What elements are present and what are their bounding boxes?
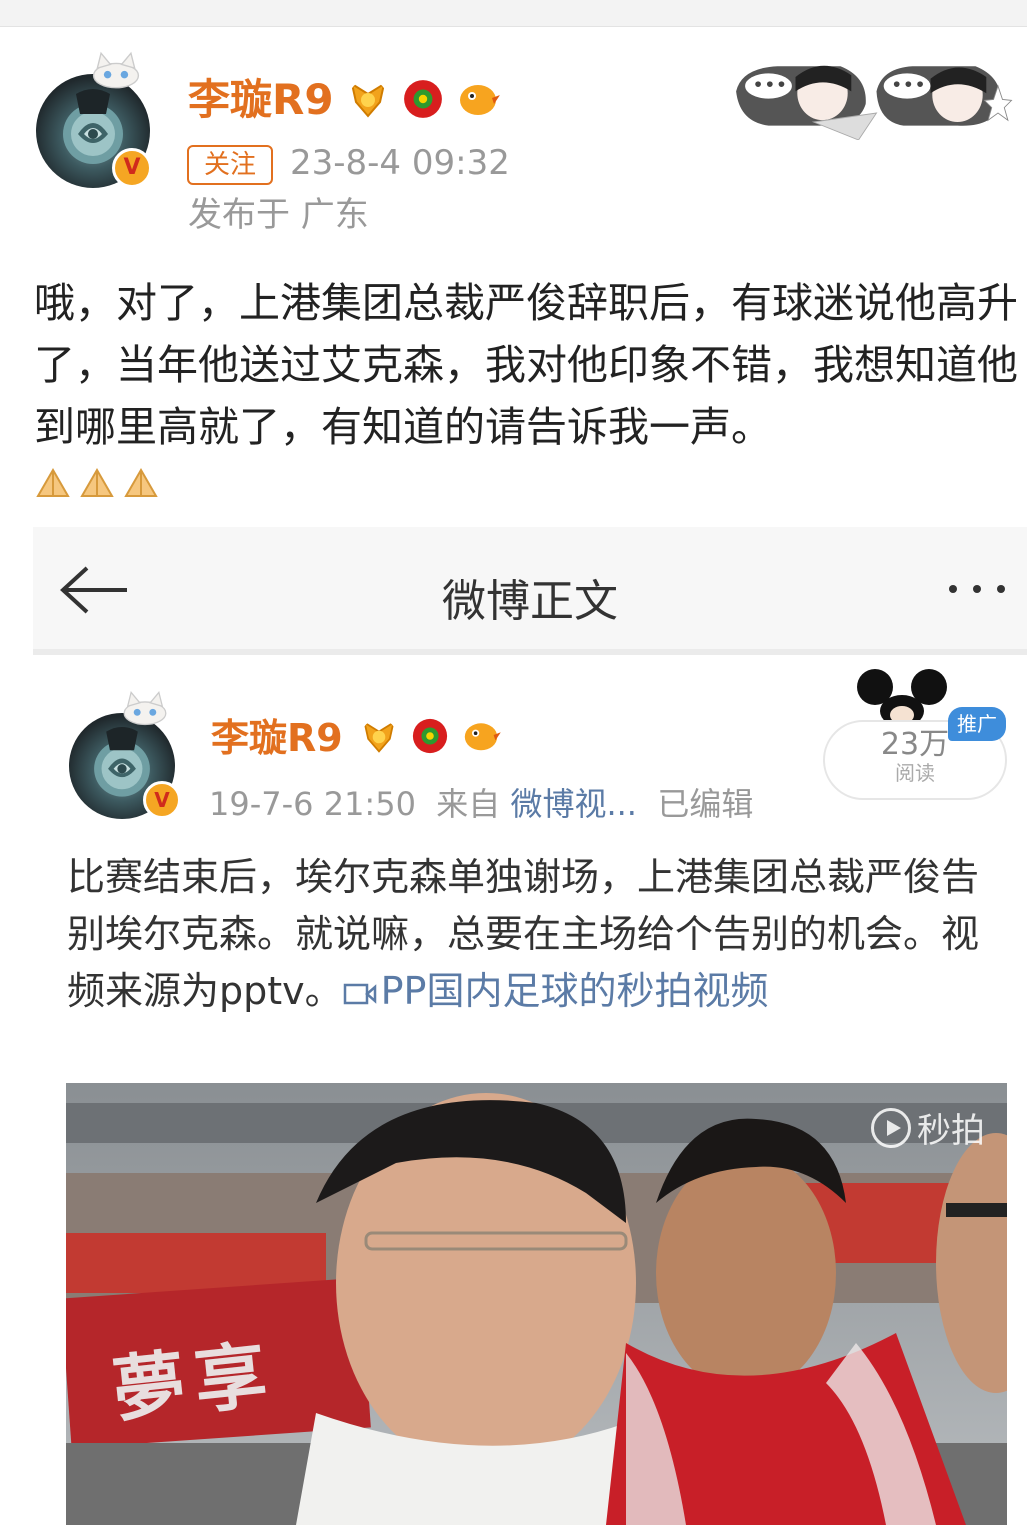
mickey-ears-icon	[857, 669, 947, 727]
source-prefix: 来自	[436, 785, 501, 823]
inner-username[interactable]: 李璇R9	[211, 715, 343, 761]
cartoon-sticker: ••• •••	[736, 65, 1013, 140]
inner-timestamp: 19-7-6 21:50	[209, 785, 416, 823]
play-icon	[871, 1107, 911, 1148]
medal-icon	[350, 81, 386, 118]
post-location: 发布于 广东	[188, 195, 369, 235]
pray-emoji	[78, 466, 116, 498]
embedded-screenshot: 微博正文 V 李璇R9 19-7-6 21:50 来自 微博视... 已编辑 2…	[33, 527, 1027, 1525]
svg-text:•••: •••	[891, 73, 926, 96]
stadium-banner-text: 夢享	[108, 1330, 281, 1433]
red-flower-icon	[412, 718, 448, 754]
verified-badge: V	[112, 148, 152, 188]
embedded-page-title: 微博正文	[442, 576, 618, 627]
post-text: 哦，对了，上港集团总裁严俊辞职后，有球迷说他高升了，当年他送过艾克森，我对他印象…	[34, 279, 1018, 451]
post-timestamp: 23-8-4 09:32	[290, 143, 510, 183]
video-icon	[343, 983, 376, 1005]
emoji-row	[34, 466, 160, 498]
pray-emoji	[34, 466, 72, 498]
top-status-strip	[0, 0, 1027, 27]
inner-post-meta: 19-7-6 21:50 来自 微博视... 已编辑	[209, 779, 753, 825]
cat-ears-icon	[92, 51, 140, 89]
cat-ears-icon	[123, 691, 167, 726]
more-options-icon[interactable]	[945, 581, 1009, 597]
video-link-text[interactable]: PP国内足球的秒拍视频	[381, 969, 769, 1013]
video-player[interactable]: 夢享 秒拍	[66, 1083, 1007, 1525]
promo-tag[interactable]: 推广	[948, 707, 1006, 741]
stadium-video-frame	[66, 1083, 1007, 1525]
inner-post-text: 比赛结束后，埃尔克森单独谢场，上港集团总裁严俊告别埃尔克森。就说嘛，总要在主场给…	[67, 849, 997, 1020]
read-label: 阅读	[895, 761, 935, 785]
watermark-text: 秒拍	[917, 1111, 985, 1151]
svg-text:•••: •••	[752, 73, 787, 96]
bird-icon	[460, 85, 500, 115]
inner-verified-badge: V	[143, 781, 181, 819]
follow-button[interactable]: 关注	[187, 145, 273, 185]
username[interactable]: 李璇R9	[188, 74, 334, 126]
bird-icon	[464, 723, 501, 751]
embedded-topbar: 微博正文	[33, 527, 1027, 655]
video-link[interactable]: PP国内足球的秒拍视频	[343, 969, 769, 1013]
medal-icon	[363, 720, 395, 753]
pray-emoji	[122, 466, 160, 498]
edited-label: 已编辑	[657, 785, 754, 823]
red-flower-icon	[404, 80, 442, 118]
source-link[interactable]: 微博视...	[510, 785, 637, 823]
video-watermark: 秒拍	[871, 1103, 985, 1152]
